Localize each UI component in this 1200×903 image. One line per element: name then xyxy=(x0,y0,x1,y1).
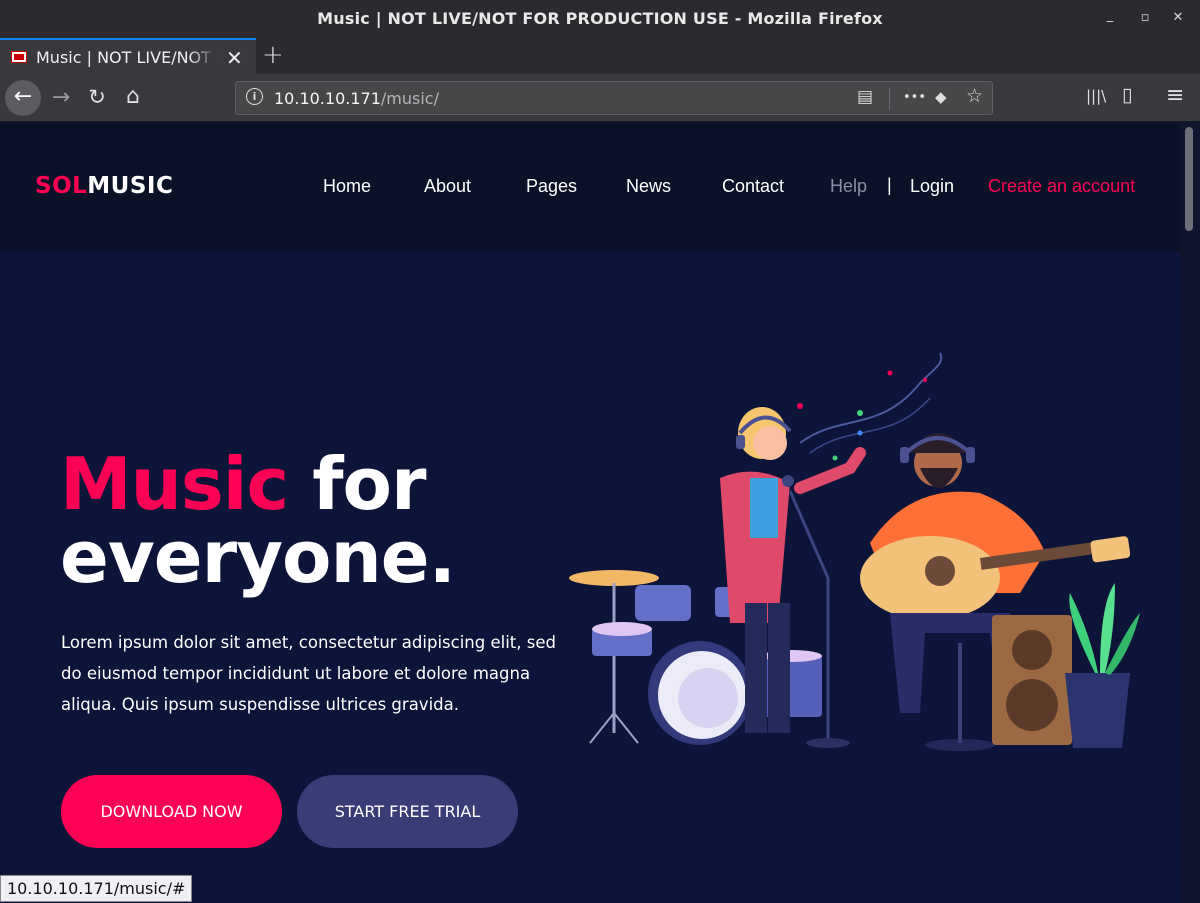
nav-home[interactable]: Home xyxy=(323,176,371,197)
music-swirl xyxy=(799,352,943,444)
site-info-icon[interactable]: i xyxy=(246,88,263,105)
url-bar[interactable]: i 10.10.10.171/music/ ▤ ••• ◆ ☆ xyxy=(235,81,993,115)
hero-title-part: for xyxy=(288,442,426,526)
forward-button[interactable]: → xyxy=(49,85,73,110)
maximize-icon[interactable]: ▫ xyxy=(1135,10,1155,25)
reader-view-icon[interactable]: ▤ xyxy=(857,87,873,107)
nav-contact[interactable]: Contact xyxy=(722,176,784,197)
navigation-toolbar: ← → ↻ ⌂ i 10.10.10.171/music/ ▤ ••• ◆ ☆ … xyxy=(0,74,1200,122)
hero-title: Music for everyone. xyxy=(60,448,456,594)
sidebar-icon[interactable]: ▯ xyxy=(1122,84,1132,106)
tab-label: Music | NOT LIVE/NOT FOR PRODUCTION USE xyxy=(36,48,218,67)
hero-title-line2: everyone. xyxy=(60,515,456,599)
url-text[interactable]: 10.10.10.171/music/ xyxy=(274,89,439,108)
page-scrollbar[interactable] xyxy=(1180,123,1200,903)
bookmark-star-icon[interactable]: ☆ xyxy=(966,85,983,107)
site-header: SOLMUSIC Home About Pages News Contact H… xyxy=(0,123,1180,251)
hero-description: Lorem ipsum dolor sit amet, consectetur … xyxy=(61,633,556,714)
logo-sol: SOL xyxy=(35,173,88,199)
tab-music[interactable]: Music | NOT LIVE/NOT FOR PRODUCTION USE … xyxy=(0,38,256,74)
hero-title-highlight: Music xyxy=(60,442,289,526)
close-window-icon[interactable]: ✕ xyxy=(1168,10,1188,25)
logo-music: MUSIC xyxy=(87,173,174,199)
musicians-illustration xyxy=(569,352,1140,751)
pocket-icon[interactable]: ◆ xyxy=(935,88,947,106)
new-tab-button[interactable]: + xyxy=(262,40,284,70)
nav-login[interactable]: Login xyxy=(910,176,954,197)
page-actions-icon[interactable]: ••• xyxy=(903,90,926,105)
web-page: SOLMUSIC Home About Pages News Contact H… xyxy=(0,123,1180,903)
nav-separator: | xyxy=(887,175,892,195)
home-button[interactable]: ⌂ xyxy=(120,84,146,109)
tom-drum xyxy=(635,585,691,621)
scrollbar-thumb[interactable] xyxy=(1185,127,1193,231)
plant-pot xyxy=(1065,673,1130,748)
nav-create-account[interactable]: Create an account xyxy=(988,176,1135,197)
close-tab-icon[interactable]: ✕ xyxy=(226,46,243,70)
nav-pages[interactable]: Pages xyxy=(526,176,577,197)
nav-news[interactable]: News xyxy=(626,176,671,197)
url-host: 10.10.10.171 xyxy=(274,89,381,108)
nav-help[interactable]: Help xyxy=(830,176,867,197)
window-title: Music | NOT LIVE/NOT FOR PRODUCTION USE … xyxy=(317,9,883,28)
hamburger-menu-icon[interactable]: ≡ xyxy=(1166,83,1184,108)
window-titlebar: Music | NOT LIVE/NOT FOR PRODUCTION USE … xyxy=(0,0,1200,38)
url-bar-divider xyxy=(889,88,890,110)
site-logo[interactable]: SOLMUSIC xyxy=(35,173,173,199)
back-button[interactable]: ← xyxy=(5,80,41,116)
nav-about[interactable]: About xyxy=(424,176,471,197)
reload-button[interactable]: ↻ xyxy=(85,85,109,109)
start-free-trial-button[interactable]: START FREE TRIAL xyxy=(297,775,518,848)
minimize-icon[interactable]: _ xyxy=(1100,8,1120,23)
download-now-button[interactable]: DOWNLOAD NOW xyxy=(61,775,282,848)
tab-bar: Music | NOT LIVE/NOT FOR PRODUCTION USE … xyxy=(0,38,1200,74)
status-bar-link-preview: 10.10.10.171/music/# xyxy=(0,875,193,902)
url-path: /music/ xyxy=(380,89,439,108)
library-icon[interactable]: |||\ xyxy=(1086,87,1106,105)
favicon-icon xyxy=(11,51,27,63)
